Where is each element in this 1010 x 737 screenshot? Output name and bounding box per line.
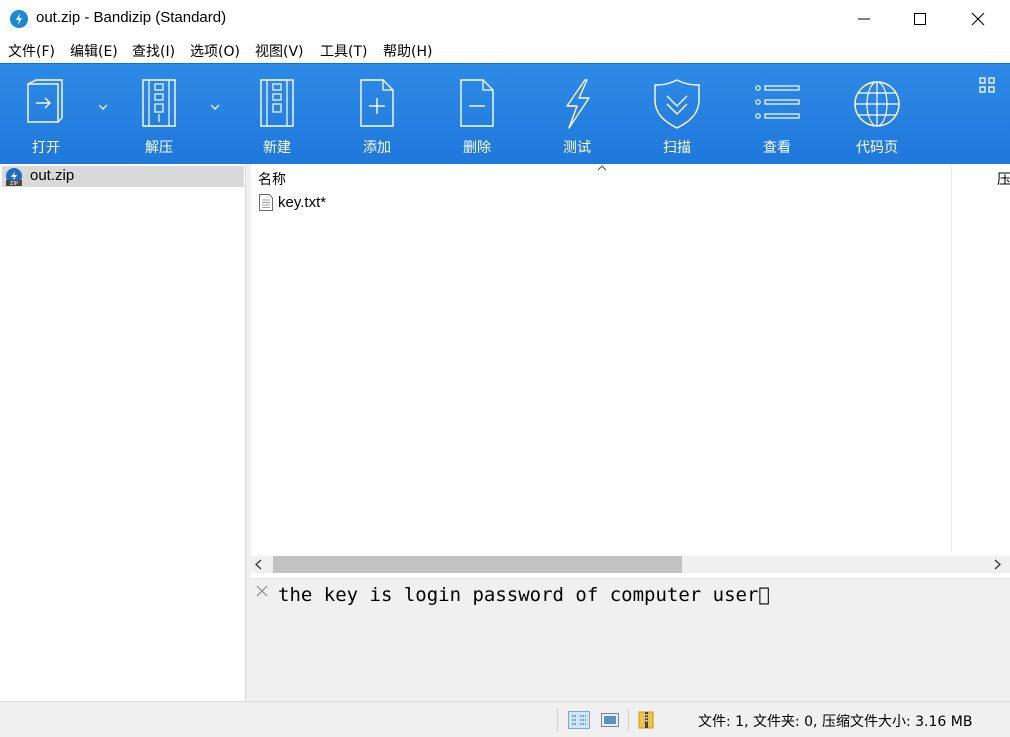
archive-info-icon[interactable] <box>636 711 658 729</box>
close-icon <box>971 12 985 26</box>
open-button[interactable]: 打开 <box>6 64 86 164</box>
menu-bar: 文件(F) 编辑(E) 查找(I) 选项(O) 视图(V) 工具(T) 帮助(H… <box>0 38 1010 63</box>
toolbar: 打开 解压 新建 添加 删除 测试 扫描 查看 代码页 <box>0 63 1010 164</box>
comment-pane: the key is login password of computer us… <box>251 579 1010 701</box>
codepage-label: 代码页 <box>856 140 898 156</box>
open-dropdown-chevron-icon[interactable] <box>96 100 110 114</box>
view-label: 查看 <box>763 140 791 156</box>
sort-ascending-icon <box>597 165 607 171</box>
test-label: 测试 <box>563 140 591 156</box>
details-view-icon[interactable] <box>568 711 590 729</box>
archive-comment: the key is login password of computer us… <box>278 584 770 606</box>
scan-label: 扫描 <box>663 140 691 156</box>
menu-view[interactable]: 视图(V) <box>255 41 304 61</box>
close-comment-icon[interactable] <box>256 585 268 597</box>
codepage-button[interactable]: 代码页 <box>837 64 917 164</box>
add-button[interactable]: 添加 <box>337 64 417 164</box>
minimize-button[interactable] <box>836 0 892 38</box>
zip-archive-icon: ZIP <box>6 168 22 186</box>
horizontal-scrollbar[interactable] <box>251 556 1010 573</box>
codepage-icon <box>854 81 900 127</box>
column-name-header[interactable]: 名称 <box>258 169 286 189</box>
bandizip-logo-icon <box>10 10 28 28</box>
extract-label: 解压 <box>145 140 173 156</box>
menu-find[interactable]: 查找(I) <box>132 41 175 61</box>
menu-help[interactable]: 帮助(H) <box>383 41 432 61</box>
delete-icon <box>460 79 494 127</box>
menu-tools[interactable]: 工具(T) <box>320 41 367 61</box>
view-icon <box>755 85 800 119</box>
scan-icon <box>654 79 700 129</box>
layout-grid-icon[interactable] <box>979 77 995 93</box>
open-icon <box>27 79 63 123</box>
menu-file[interactable]: 文件(F) <box>8 41 55 61</box>
window-title: out.zip - Bandizip (Standard) <box>36 9 227 26</box>
status-separator <box>557 708 558 732</box>
tree-item-archive[interactable]: ZIP out.zip <box>2 166 244 187</box>
maximize-button[interactable] <box>892 0 948 38</box>
add-icon <box>360 79 394 127</box>
new-archive-button[interactable]: 新建 <box>237 64 317 164</box>
view-button[interactable]: 查看 <box>737 64 817 164</box>
test-icon <box>566 79 590 129</box>
title-bar: out.zip - Bandizip (Standard) <box>0 0 1010 38</box>
scroll-left-icon[interactable] <box>254 559 264 570</box>
scroll-right-icon[interactable] <box>992 559 1002 570</box>
maximize-icon <box>914 13 926 25</box>
delete-button[interactable]: 删除 <box>437 64 517 164</box>
file-name: key.txt* <box>278 194 327 211</box>
svg-text:ZIP: ZIP <box>10 181 18 186</box>
extract-dropdown-chevron-icon[interactable] <box>208 100 222 114</box>
minimize-icon <box>858 18 870 20</box>
list-item[interactable]: key.txt* <box>251 192 951 214</box>
file-list-pane: 名称 压 key.txt* <box>251 164 1010 556</box>
status-summary: 文件: 1, 文件夹: 0, 压缩文件大小: 3.16 MB <box>698 714 973 730</box>
status-separator <box>628 708 629 732</box>
new-archive-icon <box>260 79 294 127</box>
add-label: 添加 <box>363 140 391 156</box>
close-button[interactable] <box>950 0 1006 38</box>
status-bar: 文件: 1, 文件夹: 0, 压缩文件大小: 3.16 MB <box>0 701 1010 737</box>
test-button[interactable]: 测试 <box>537 64 617 164</box>
menu-edit[interactable]: 编辑(E) <box>70 41 118 61</box>
scan-button[interactable]: 扫描 <box>637 64 717 164</box>
new-archive-label: 新建 <box>263 140 291 156</box>
scrollbar-thumb[interactable] <box>273 556 682 573</box>
menu-options[interactable]: 选项(O) <box>190 41 240 61</box>
delete-label: 删除 <box>463 140 491 156</box>
archive-tree-pane: ZIP out.zip <box>0 164 246 701</box>
text-file-icon <box>259 194 273 211</box>
extract-icon <box>142 79 176 127</box>
column-divider[interactable] <box>951 164 952 552</box>
preview-view-icon[interactable] <box>599 711 621 729</box>
column-compressed-header[interactable]: 压 <box>997 169 1010 189</box>
open-label: 打开 <box>32 140 60 156</box>
column-header: 名称 压 <box>251 164 1010 189</box>
extract-button[interactable]: 解压 <box>119 64 199 164</box>
tree-item-label: out.zip <box>30 167 75 184</box>
